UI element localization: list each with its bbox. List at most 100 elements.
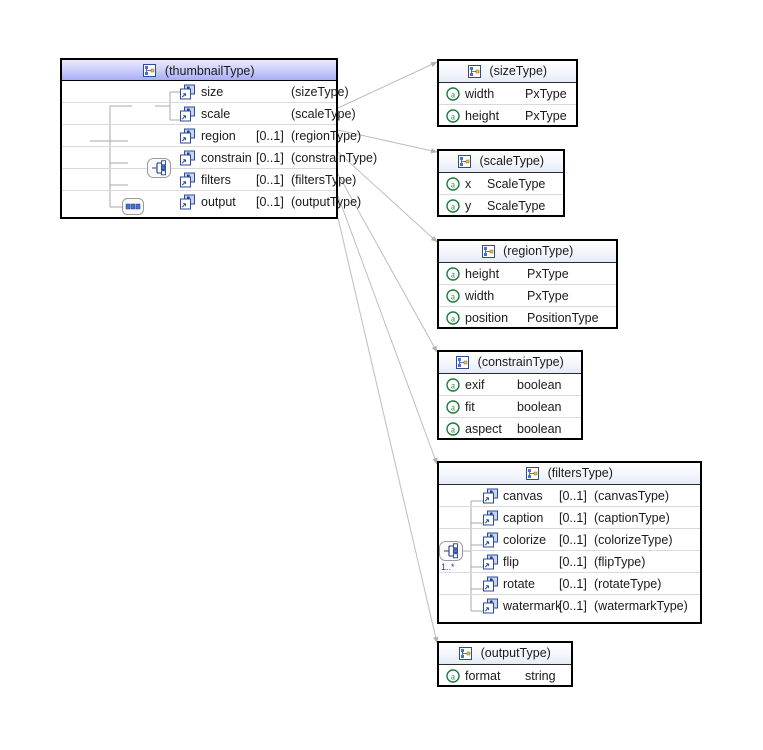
node-rows-regionType: a height PxType a width PxType a position Positi… — [439, 263, 616, 329]
schema-row[interactable]: watermark [0..1] (watermarkType) — [439, 595, 700, 617]
svg-text:a: a — [451, 291, 455, 301]
attribute-icon: a — [446, 288, 460, 303]
row-cardinality: [0..1] — [256, 151, 284, 165]
schema-row[interactable]: a height PxType — [439, 263, 616, 285]
svg-text:a: a — [451, 179, 455, 189]
row-cardinality: [0..1] — [256, 173, 284, 187]
row-name: y — [465, 199, 472, 213]
node-header-scaleType: (scaleType) — [439, 151, 563, 173]
schema-row[interactable]: a position PositionType — [439, 307, 616, 329]
row-name: height — [465, 109, 500, 123]
svg-text:a: a — [451, 201, 455, 211]
row-name: x — [465, 177, 472, 191]
node-title-scaleType: (scaleType) — [479, 154, 545, 169]
row-type: boolean — [517, 400, 562, 414]
complex-type-node-filtersType[interactable]: (filtersType) 1..* canvas [0..1] (canvas… — [437, 461, 702, 624]
schema-row[interactable]: size (sizeType) — [62, 81, 349, 103]
node-header-sizeType: (sizeType) — [439, 61, 576, 83]
row-name: size — [201, 85, 224, 99]
schema-row[interactable]: flip [0..1] (flipType) — [439, 551, 700, 573]
node-rows-sizeType: a width PxType a height PxType — [439, 83, 576, 127]
schema-row[interactable]: rotate [0..1] (rotateType) — [439, 573, 700, 595]
row-type: (rotateType) — [594, 577, 662, 591]
complex-type-node-thumbnailType[interactable]: (thumbnailType) size (sizeType) scale (s… — [60, 58, 377, 220]
node-rows-outputType: a format string — [439, 665, 571, 687]
row-name: constrain — [201, 151, 252, 165]
schema-row[interactable]: output [0..1] (outputType) — [62, 191, 361, 213]
schema-row[interactable]: region [0..1] (regionType) — [62, 125, 361, 147]
row-type: (captionType) — [594, 511, 670, 525]
link-to-sizeType — [337, 61, 438, 109]
svg-text:a: a — [451, 671, 455, 681]
attribute-icon: a — [446, 176, 460, 191]
element-icon — [180, 172, 195, 187]
schema-row[interactable]: a width PxType — [439, 83, 576, 105]
schema-row[interactable]: a format string — [439, 665, 571, 687]
link-to-outputType — [337, 217, 439, 644]
schema-row[interactable]: a exif boolean — [439, 374, 581, 396]
schema-row[interactable]: a y ScaleType — [439, 195, 563, 217]
row-name: format — [465, 669, 501, 683]
node-rows-constrainType: a exif boolean a fit boolean a aspect boolean — [439, 374, 581, 440]
attribute-icon: a — [446, 422, 460, 436]
attribute-icon: a — [446, 377, 460, 392]
attribute-icon: a — [446, 109, 460, 123]
row-name: filters — [201, 173, 231, 187]
node-header-constrainType: (constrainType) — [439, 352, 581, 374]
complex-type-node-sizeType[interactable]: (sizeType) a width PxType a height PxType — [437, 59, 578, 127]
node-title-sizeType: (sizeType) — [489, 64, 548, 79]
row-type: (colorizeType) — [594, 533, 673, 547]
row-name: fit — [465, 400, 475, 414]
row-name: canvas — [503, 489, 543, 503]
complex-type-node-constrainType[interactable]: (constrainType) a exif boolean a fit boolean a… — [437, 350, 583, 440]
element-icon — [180, 194, 195, 210]
svg-text:a: a — [451, 424, 455, 434]
node-rows-filtersType: canvas [0..1] (canvasType) caption [0..1] (ca… — [439, 485, 700, 617]
schema-diagram-canvas: (thumbnailType) size (sizeType) scale (s… — [0, 0, 763, 750]
complex-type-node-outputType[interactable]: (outputType) a format string — [437, 641, 573, 687]
row-type: boolean — [517, 378, 562, 392]
row-cardinality: [0..1] — [256, 195, 284, 209]
node-header-thumbnailType: (thumbnailType) — [62, 60, 336, 81]
choice-compositor-icon[interactable] — [439, 539, 463, 568]
schema-row[interactable]: filters [0..1] (filtersType) — [62, 169, 356, 191]
row-type: (regionType) — [291, 129, 362, 143]
row-type: boolean — [517, 422, 562, 436]
complex-type-icon — [481, 245, 495, 259]
row-name: height — [465, 267, 500, 281]
row-type: PositionType — [527, 311, 599, 325]
schema-row[interactable]: canvas [0..1] (canvasType) — [439, 485, 700, 507]
schema-row[interactable]: a aspect boolean — [439, 418, 581, 440]
svg-text:a: a — [451, 402, 455, 412]
schema-row[interactable]: colorize [0..1] (colorizeType) — [439, 529, 700, 551]
element-icon — [180, 150, 195, 165]
sequence-compositor-icon[interactable] — [122, 198, 144, 220]
row-cardinality: [0..1] — [559, 577, 587, 591]
complex-type-node-regionType[interactable]: (regionType) a height PxType a width PxType a p… — [437, 239, 618, 329]
schema-row[interactable]: constrain [0..1] (constrainType) — [62, 147, 377, 169]
row-type: ScaleType — [487, 199, 546, 213]
row-cardinality: [0..1] — [256, 129, 284, 143]
choice-compositor-icon[interactable] — [147, 156, 171, 185]
row-name: exif — [465, 378, 485, 392]
element-icon — [483, 488, 498, 503]
schema-row[interactable]: scale (scaleType) — [62, 103, 356, 125]
row-name: rotate — [503, 577, 535, 591]
schema-row[interactable]: a fit boolean — [439, 396, 581, 418]
schema-row[interactable]: a height PxType — [439, 105, 576, 127]
svg-text:a: a — [451, 111, 455, 121]
row-type: (canvasType) — [594, 489, 670, 503]
row-type: string — [525, 669, 556, 683]
node-header-outputType: (outputType) — [439, 643, 571, 665]
row-name: width — [465, 87, 495, 101]
row-type: PxType — [525, 109, 567, 123]
element-icon — [483, 576, 498, 591]
link-to-filtersType — [337, 195, 438, 465]
schema-row[interactable]: a width PxType — [439, 285, 616, 307]
attribute-icon: a — [446, 199, 460, 213]
schema-row[interactable]: caption [0..1] (captionType) — [439, 507, 700, 529]
row-type: PxType — [527, 289, 569, 303]
complex-type-node-scaleType[interactable]: (scaleType) a x ScaleType a y ScaleType — [437, 149, 565, 217]
schema-row[interactable]: a x ScaleType — [439, 173, 563, 195]
row-type: (sizeType) — [291, 85, 349, 99]
